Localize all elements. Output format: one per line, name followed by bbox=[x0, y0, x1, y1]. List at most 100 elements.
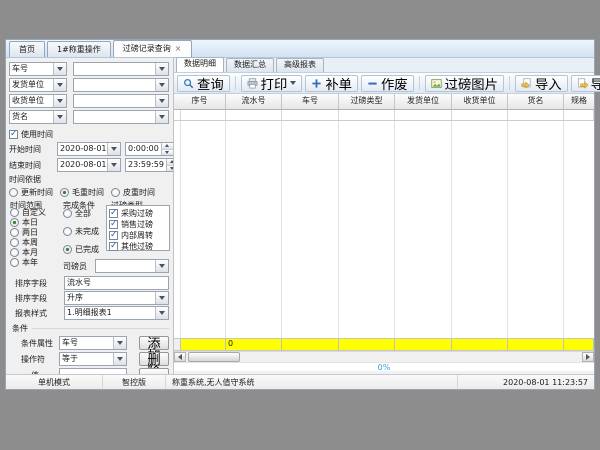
radio-this-week[interactable]: 本周 bbox=[10, 237, 46, 247]
chevron-down-icon[interactable] bbox=[53, 95, 66, 107]
condition-operator-select[interactable]: 等于 bbox=[59, 352, 127, 366]
field-value-vehicle[interactable] bbox=[73, 62, 169, 76]
scrollbar-thumb[interactable] bbox=[188, 352, 240, 362]
column-header-sender[interactable]: 发货单位 bbox=[395, 94, 452, 109]
check-purchase-weigh[interactable]: 采购过磅 bbox=[109, 208, 167, 218]
use-time-row: 使用时间 bbox=[9, 127, 169, 141]
column-header-serial[interactable]: 流水号 bbox=[226, 94, 282, 109]
column-header-vehicle[interactable]: 车号 bbox=[282, 94, 339, 109]
radio-tare-time[interactable]: 皮重时间 bbox=[111, 187, 155, 197]
condition-attribute-select[interactable]: 车号 bbox=[59, 336, 127, 350]
printer-icon bbox=[247, 78, 258, 89]
tab-weighing-operation-1[interactable]: 1#称重操作 bbox=[47, 41, 111, 57]
chevron-down-icon[interactable] bbox=[155, 79, 168, 91]
field-value-goods[interactable] bbox=[73, 110, 169, 124]
supplement-order-button[interactable]: 补单 bbox=[305, 75, 358, 92]
chevron-down-icon[interactable] bbox=[155, 111, 168, 123]
radio-icon bbox=[63, 245, 72, 254]
tab-advanced-report[interactable]: 高级报表 bbox=[276, 58, 324, 72]
query-button[interactable]: 查询 bbox=[177, 75, 230, 92]
condition-operator-label: 操作符 bbox=[9, 354, 59, 365]
delete-condition-button[interactable]: 删除 bbox=[139, 352, 169, 366]
radio-custom-range[interactable]: 自定义 bbox=[10, 207, 46, 217]
use-time-checkbox[interactable]: 使用时间 bbox=[9, 129, 53, 139]
close-icon[interactable]: × bbox=[175, 45, 182, 53]
import-button[interactable]: 导入 bbox=[515, 75, 568, 92]
column-header-weigh-type[interactable]: 过磅类型 bbox=[339, 94, 395, 109]
start-time-spinner[interactable]: 0:00:00 bbox=[125, 142, 174, 156]
sort-field-input[interactable]: 流水号 bbox=[64, 276, 169, 290]
filter-row-vehicle: 车号 bbox=[9, 62, 169, 76]
calendar-dropdown-icon[interactable] bbox=[107, 159, 120, 171]
field-select-goods[interactable]: 货名 bbox=[9, 110, 67, 124]
export-icon bbox=[577, 78, 588, 89]
tab-home[interactable]: 首页 bbox=[9, 41, 45, 57]
radio-all[interactable]: 全部 bbox=[63, 208, 99, 218]
column-header-goods[interactable]: 货名 bbox=[508, 94, 564, 109]
radio-icon bbox=[10, 248, 19, 257]
sort-field-label: 排序字段 bbox=[9, 278, 64, 289]
scroll-right-icon[interactable] bbox=[582, 352, 594, 362]
chevron-down-icon[interactable] bbox=[155, 63, 168, 75]
chevron-down-icon[interactable] bbox=[155, 95, 168, 107]
column-header-receiver[interactable]: 收货单位 bbox=[452, 94, 508, 109]
radio-this-month[interactable]: 本月 bbox=[10, 247, 46, 257]
end-date-picker[interactable]: 2020-08-01 bbox=[57, 158, 121, 172]
check-sales-weigh[interactable]: 销售过磅 bbox=[109, 219, 167, 229]
report-style-select[interactable]: 1.明细报表1 bbox=[64, 306, 169, 320]
radio-unfinished[interactable]: 未完成 bbox=[63, 226, 99, 236]
spin-down-icon[interactable] bbox=[162, 150, 173, 156]
tab-weigh-record-query[interactable]: 过磅记录查询 × bbox=[113, 40, 192, 57]
chevron-down-icon[interactable] bbox=[113, 353, 126, 365]
export-button[interactable]: 导出 bbox=[571, 75, 600, 92]
minus-icon bbox=[367, 78, 378, 89]
field-select-vehicle[interactable]: 车号 bbox=[9, 62, 67, 76]
column-header-spec[interactable]: 规格 bbox=[564, 94, 594, 109]
grid-header: 序号 流水号 车号 过磅类型 发货单位 收货单位 货名 规格 bbox=[174, 94, 594, 110]
chevron-down-icon[interactable] bbox=[155, 260, 168, 272]
void-button[interactable]: 作废 bbox=[361, 75, 414, 92]
chevron-down-icon[interactable] bbox=[53, 79, 66, 91]
spin-down-icon[interactable] bbox=[167, 166, 174, 172]
chevron-down-icon[interactable] bbox=[113, 337, 126, 349]
radio-gross-time[interactable]: 毛重时间 bbox=[60, 187, 104, 197]
radio-update-time[interactable]: 更新时间 bbox=[9, 187, 53, 197]
column-header-seq[interactable]: 序号 bbox=[174, 94, 226, 109]
tab-data-detail[interactable]: 数据明细 bbox=[176, 57, 224, 72]
start-date-picker[interactable]: 2020-08-01 bbox=[57, 142, 121, 156]
add-condition-button[interactable]: 添加 bbox=[139, 336, 169, 350]
tab-label: 首页 bbox=[19, 43, 35, 57]
end-time-spinner[interactable]: 23:59:59 bbox=[125, 158, 174, 172]
progress-value: 0% bbox=[378, 363, 391, 372]
radio-finished[interactable]: 已完成 bbox=[63, 244, 99, 254]
toolbar-separator bbox=[419, 76, 420, 90]
end-time-row: 结束时间 2020-08-01 23:59:59 bbox=[9, 158, 169, 172]
print-button[interactable]: 打印 bbox=[241, 75, 303, 92]
radio-this-year[interactable]: 本年 bbox=[10, 257, 46, 267]
calendar-dropdown-icon[interactable] bbox=[107, 143, 120, 155]
time-basis-label-row: 时间依据 bbox=[9, 172, 169, 186]
check-other-weigh[interactable]: 其他过磅 bbox=[109, 241, 167, 251]
field-value-sender[interactable] bbox=[73, 78, 169, 92]
field-select-receiver[interactable]: 收货单位 bbox=[9, 94, 67, 108]
radio-today[interactable]: 本日 bbox=[10, 217, 46, 227]
field-value-receiver[interactable] bbox=[73, 94, 169, 108]
chevron-down-icon[interactable] bbox=[155, 307, 168, 319]
tab-data-summary[interactable]: 数据汇总 bbox=[226, 58, 274, 72]
radio-two-days[interactable]: 两日 bbox=[10, 227, 46, 237]
weigh-type-checklist: 采购过磅 销售过磅 内部周转 其他过磅 bbox=[106, 205, 170, 251]
chevron-down-icon[interactable] bbox=[53, 111, 66, 123]
sort-order-label: 排序字段 bbox=[9, 293, 64, 304]
scroll-left-icon[interactable] bbox=[174, 352, 186, 362]
check-internal-transfer[interactable]: 内部周转 bbox=[109, 230, 167, 240]
horizontal-scrollbar[interactable] bbox=[174, 351, 594, 362]
weigher-select[interactable] bbox=[95, 259, 169, 273]
sort-order-select[interactable]: 升序 bbox=[64, 291, 169, 305]
report-style-row: 报表样式 1.明细报表1 bbox=[9, 306, 169, 320]
toolbar: 查询 打印 补单 作废 过磅图片 bbox=[174, 73, 594, 94]
weigher-label: 司磅员 bbox=[63, 261, 95, 272]
chevron-down-icon[interactable] bbox=[53, 63, 66, 75]
chevron-down-icon[interactable] bbox=[155, 292, 168, 304]
field-select-sender[interactable]: 发货单位 bbox=[9, 78, 67, 92]
weigh-photos-button[interactable]: 过磅图片 bbox=[425, 75, 504, 92]
